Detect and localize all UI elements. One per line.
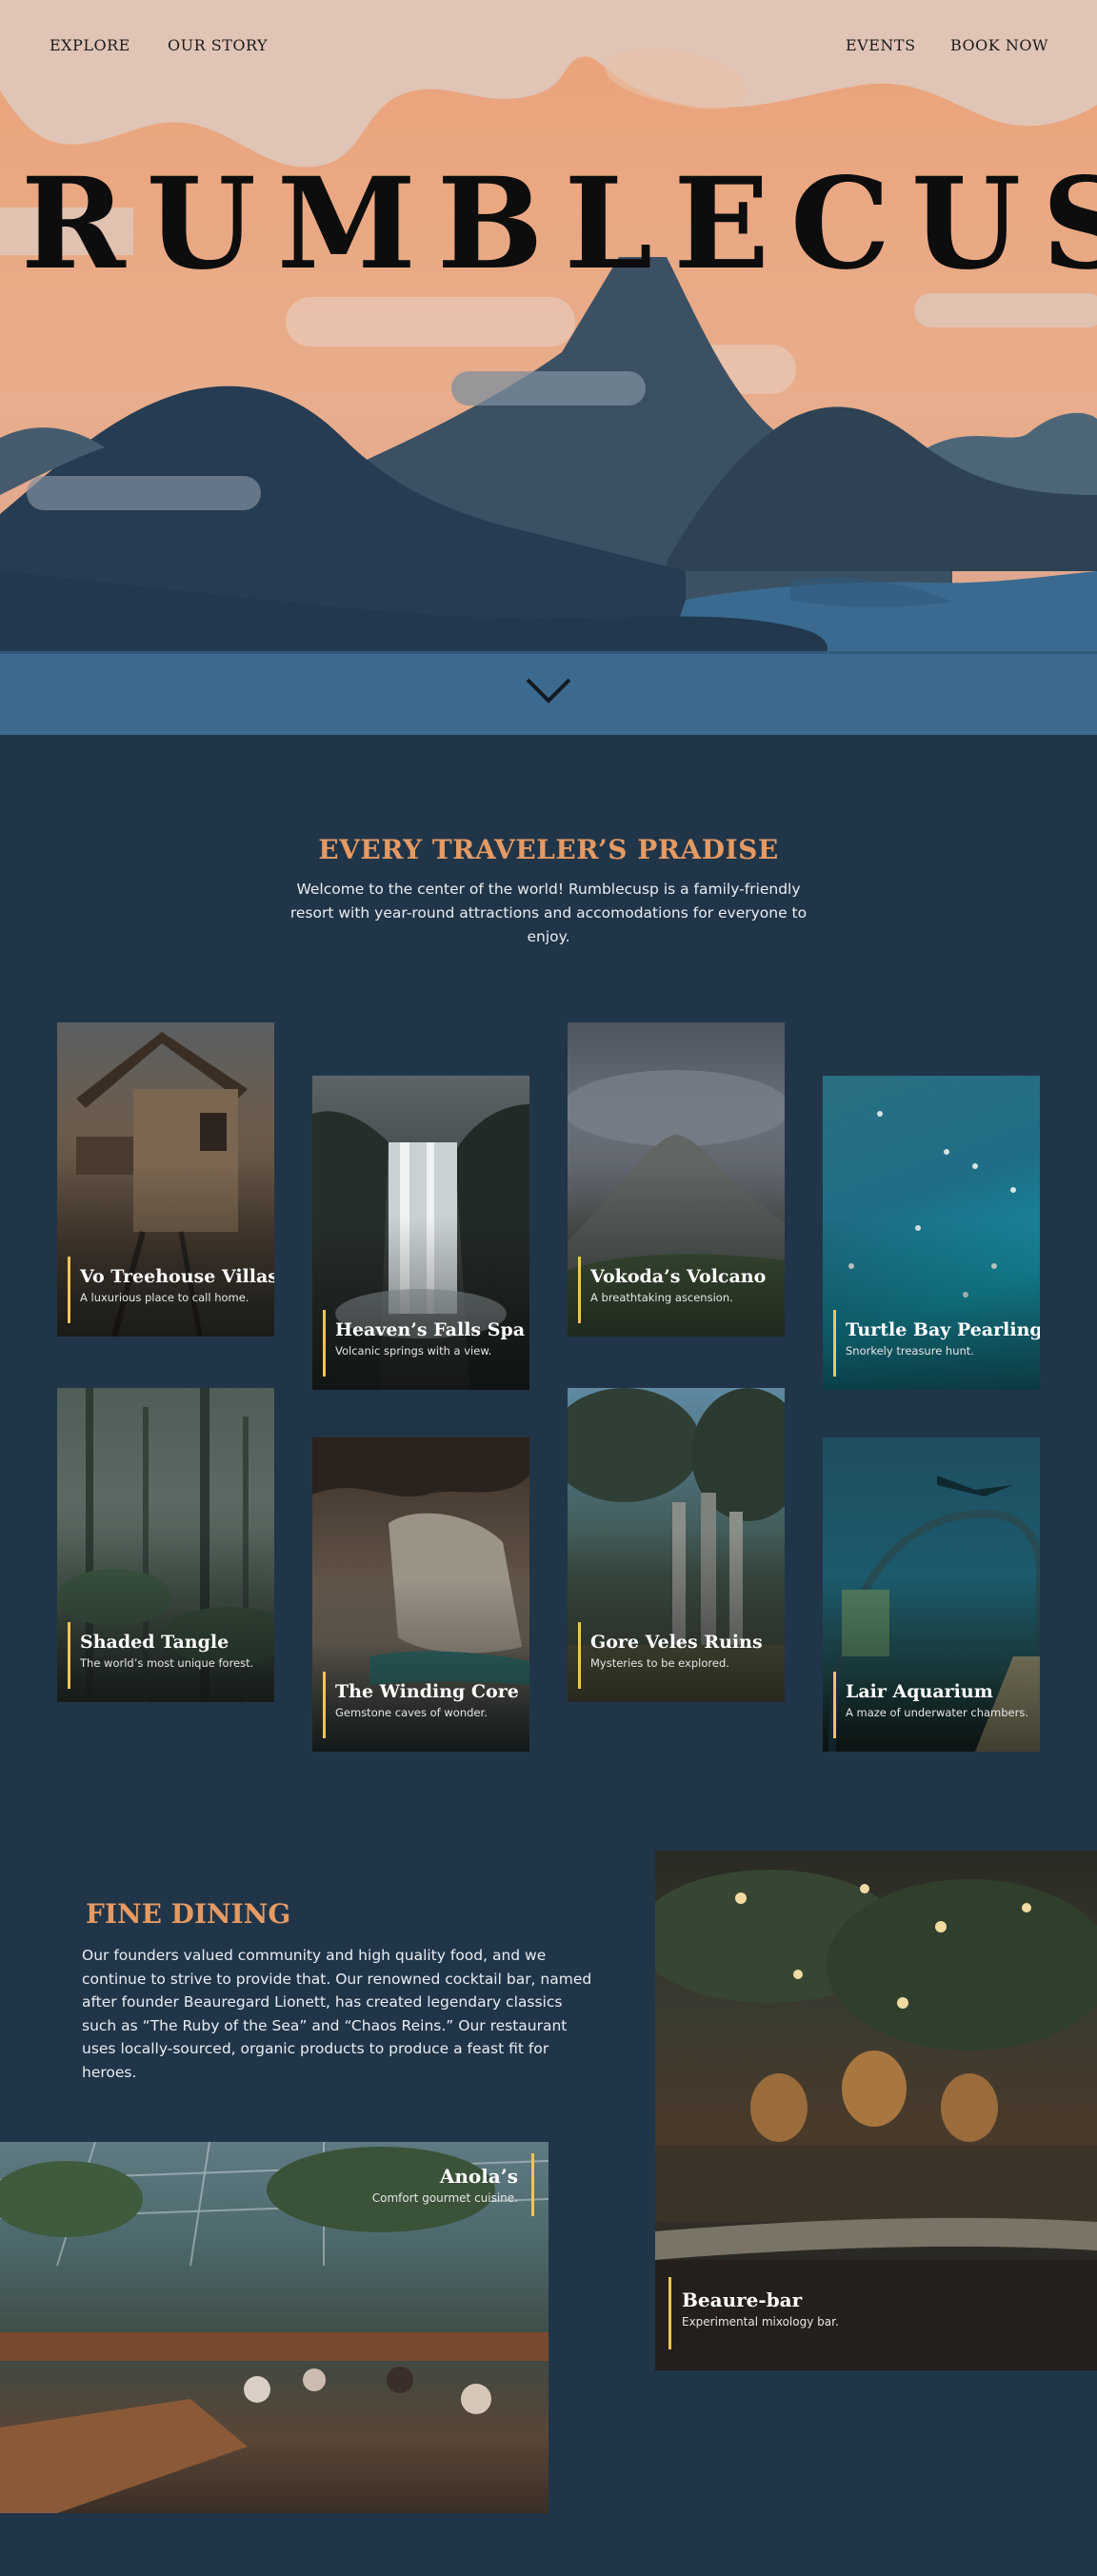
attraction-card-falls[interactable]: Heaven’s Falls Spa Volcanic springs with… xyxy=(312,1076,529,1390)
card-title: Heaven’s Falls Spa xyxy=(335,1319,526,1340)
card-title: Gore Veles Ruins xyxy=(590,1632,763,1653)
card-title: Shaded Tangle xyxy=(80,1632,229,1653)
dining-bar-photo[interactable]: Beaure-bar Experimental mixology bar. xyxy=(655,1851,1097,2370)
card-subtitle: Mysteries to be explored. xyxy=(590,1656,729,1670)
bar-subtitle: Experimental mixology bar. xyxy=(682,2315,839,2328)
card-subtitle: Gemstone caves of wonder. xyxy=(335,1706,488,1719)
attraction-card-treehouse[interactable]: Vo Treehouse Villas A luxurious place to… xyxy=(57,1022,274,1337)
card-subtitle: A maze of underwater chambers. xyxy=(846,1706,1028,1719)
attractions-title: EVERY TRAVELER’S PRADISE xyxy=(318,834,779,865)
hero-illustration xyxy=(0,0,1097,735)
card-title: Lair Aquarium xyxy=(846,1681,993,1702)
dining-restaurant-photo[interactable]: Anola’s Comfort gourmet cuisine. xyxy=(0,2142,548,2513)
attractions-intro: Welcome to the center of the world! Rumb… xyxy=(289,881,808,945)
attraction-card-volcano[interactable]: Vokoda’s Volcano A breathtaking ascensio… xyxy=(568,1022,785,1337)
card-subtitle: The world’s most unique forest. xyxy=(80,1656,254,1670)
card-subtitle: Volcanic springs with a view. xyxy=(335,1344,492,1357)
card-title: Vo Treehouse Villas xyxy=(80,1266,274,1287)
attraction-card-turtle-bay[interactable]: Turtle Bay Pearling Snorkely treasure hu… xyxy=(823,1076,1040,1390)
card-title: Turtle Bay Pearling xyxy=(846,1319,1040,1340)
card-title: Vokoda’s Volcano xyxy=(590,1266,767,1287)
attraction-card-aquarium[interactable]: Lair Aquarium A maze of underwater chamb… xyxy=(823,1437,1040,1752)
card-subtitle: Snorkely treasure hunt. xyxy=(846,1344,974,1357)
nav-book-now[interactable]: BOOK NOW xyxy=(950,36,1048,54)
restaurant-title: Anola’s xyxy=(439,2165,518,2188)
attraction-card-winding-core[interactable]: The Winding Core Gemstone caves of wonde… xyxy=(312,1437,529,1752)
page: EXPLORE OUR STORY EVENTS BOOK NOW RUMBLE… xyxy=(0,0,1097,2576)
card-subtitle: A luxurious place to call home. xyxy=(80,1291,249,1304)
brand-title: RUMBLECUSP xyxy=(21,150,1097,298)
nav-events[interactable]: EVENTS xyxy=(846,36,916,54)
restaurant-subtitle: Comfort gourmet cuisine. xyxy=(371,2191,518,2205)
nav-our-story[interactable]: OUR STORY xyxy=(168,36,268,54)
dining-title: FINE DINING xyxy=(86,1898,291,1930)
chevron-down-icon[interactable] xyxy=(524,674,573,708)
hero-banner: EXPLORE OUR STORY EVENTS BOOK NOW RUMBLE… xyxy=(0,0,1097,735)
bar-title: Beaure-bar xyxy=(682,2289,803,2311)
attraction-card-shaded-tangle[interactable]: Shaded Tangle The world’s most unique fo… xyxy=(57,1388,274,1702)
attraction-card-ruins[interactable]: Gore Veles Ruins Mysteries to be explore… xyxy=(568,1388,785,1702)
card-subtitle: A breathtaking ascension. xyxy=(590,1291,733,1304)
card-title: The Winding Core xyxy=(335,1681,519,1702)
dining-description: Our founders valued community and high q… xyxy=(82,1947,592,2081)
nav-explore[interactable]: EXPLORE xyxy=(50,36,130,54)
